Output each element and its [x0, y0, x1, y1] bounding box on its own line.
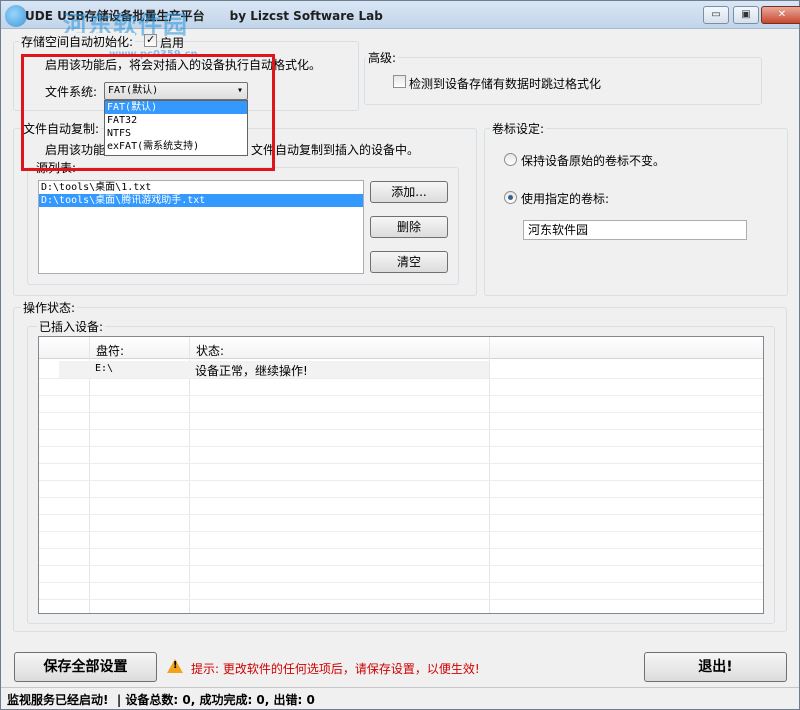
copy-description-right: 文件自动复制到插入的设备中。 [251, 143, 420, 157]
row-divider [39, 599, 763, 600]
devices-label: 已插入设备: [37, 318, 106, 335]
custom-label-text: 使用指定的卷标: [521, 192, 610, 206]
keep-label-radio[interactable] [504, 153, 517, 166]
custom-label-radio[interactable] [504, 191, 517, 204]
skip-format-checkbox[interactable] [393, 75, 406, 88]
save-settings-button[interactable]: 保存全部设置 [14, 652, 157, 682]
row-divider [39, 412, 763, 413]
row-status: 设备正常，继续操作! [195, 364, 308, 378]
row-divider [39, 565, 763, 566]
list-item[interactable]: D:\tools\桌面\腾讯游戏助手.txt [39, 194, 363, 207]
devices-table[interactable]: 盘符: 状态: E:\ 设备正常，继续操作! [38, 336, 764, 614]
advanced-group-label: 高级: [366, 49, 399, 66]
volume-group-label: 卷标设定: [490, 120, 547, 137]
row-divider [39, 395, 763, 396]
source-file-list[interactable]: D:\tools\桌面\1.txt D:\tools\桌面\腾讯游戏助手.txt [38, 180, 364, 274]
operation-group-label: 操作状态: [21, 299, 78, 316]
table-header: 盘符: 状态: [39, 337, 763, 359]
table-row[interactable]: E:\ 设备正常，继续操作! [59, 361, 489, 378]
dropdown-option[interactable]: FAT32 [105, 114, 247, 127]
row-divider [39, 497, 763, 498]
status-text: 监视服务已经启动! | 设备总数: 0, 成功完成: 0, 出错: 0 [7, 693, 315, 707]
keep-label-text: 保持设备原始的卷标不变。 [521, 154, 666, 168]
add-file-button[interactable]: 添加... [370, 181, 448, 203]
close-button[interactable]: ✕ [761, 6, 800, 24]
exit-button[interactable]: 退出! [644, 652, 787, 682]
row-divider [39, 480, 763, 481]
main-window: UDE USB存储设备批量生产平台 by Lizcst Software Lab… [0, 0, 800, 710]
column-header-status[interactable]: 状态: [196, 342, 224, 359]
row-divider [39, 531, 763, 532]
title-bar[interactable]: UDE USB存储设备批量生产平台 by Lizcst Software Lab… [1, 1, 800, 39]
save-hint-text: 提示: 更改软件的任何选项后，请保存设置，以便生效! [191, 662, 480, 676]
row-drive: E:\ [95, 363, 114, 374]
skip-format-label: 检测到设备存储有数据时跳过格式化 [409, 77, 602, 91]
row-divider [39, 429, 763, 430]
format-enable-label: 启用 [160, 36, 185, 50]
dropdown-option[interactable]: NTFS [105, 127, 247, 140]
warning-mark: ! [173, 660, 178, 671]
dropdown-option[interactable]: exFAT(需系统支持) [105, 140, 247, 153]
maximize-button[interactable]: ▣ [733, 6, 759, 24]
clear-list-button[interactable]: 清空 [370, 251, 448, 273]
format-enable-checkbox[interactable]: ✓ [144, 33, 157, 47]
filesystem-dropdown-list[interactable]: FAT(默认) FAT32 NTFS exFAT(需系统支持) [104, 100, 248, 156]
row-divider [39, 446, 763, 447]
row-divider [39, 463, 763, 464]
format-group-label: 存储空间自动初始化: [19, 33, 136, 50]
minimize-button[interactable]: ▭ [703, 6, 729, 24]
watermark-logo-icon [5, 5, 27, 27]
row-divider [39, 514, 763, 515]
column-header-drive[interactable]: 盘符: [96, 342, 124, 359]
volume-label-input[interactable]: 河东软件园 [523, 220, 747, 240]
row-divider [39, 378, 763, 379]
dropdown-option[interactable]: FAT(默认) [105, 101, 247, 114]
status-bar: 监视服务已经启动! | 设备总数: 0, 成功完成: 0, 出错: 0 [1, 687, 799, 709]
row-divider [39, 582, 763, 583]
list-item[interactable]: D:\tools\桌面\1.txt [39, 181, 363, 194]
row-divider [39, 548, 763, 549]
delete-file-button[interactable]: 删除 [370, 216, 448, 238]
